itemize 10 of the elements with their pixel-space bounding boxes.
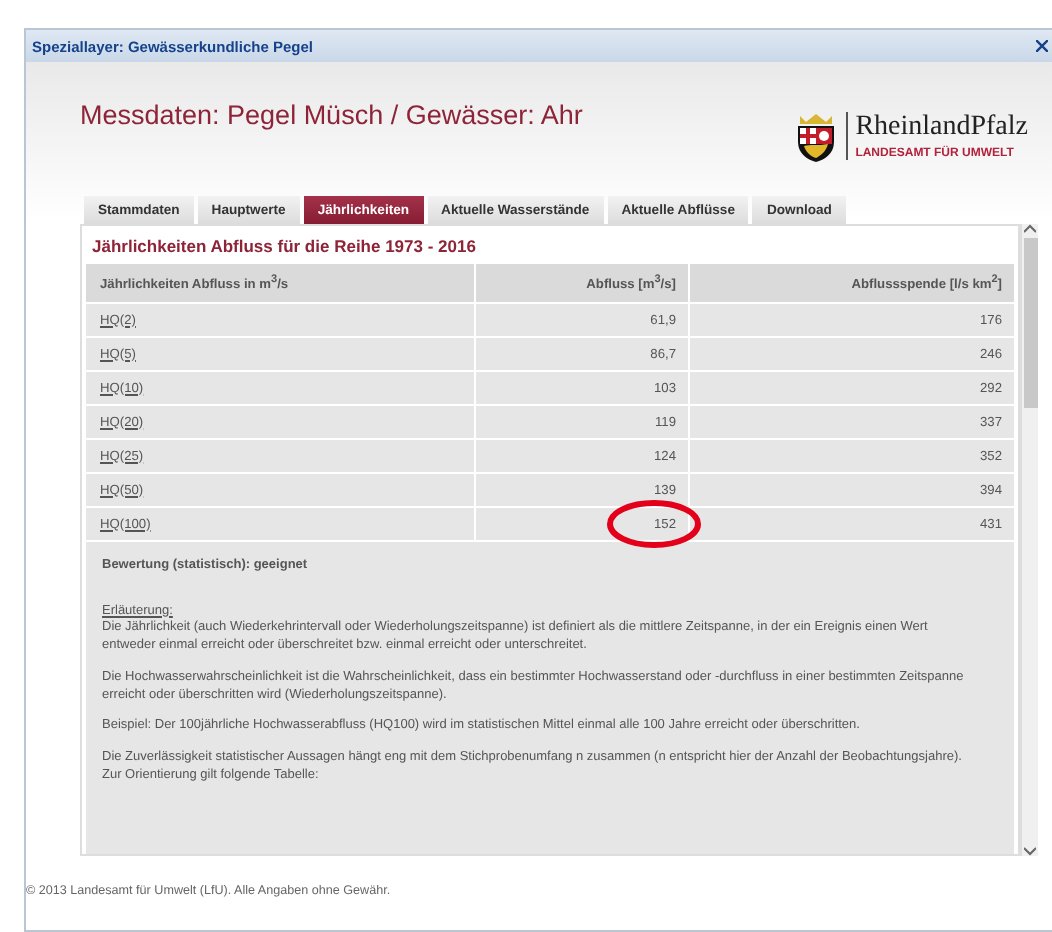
close-icon[interactable] — [1036, 40, 1048, 52]
circle-annotation — [604, 498, 704, 550]
logo-wordmark: RheinlandPfalz — [855, 112, 1028, 144]
scroll-down-icon[interactable] — [1024, 846, 1036, 856]
page-title: Messdaten: Pegel Müsch / Gewässer: Ahr — [80, 100, 583, 130]
coat-of-arms-icon — [795, 110, 836, 162]
scroll-up-icon[interactable] — [1024, 224, 1036, 234]
scroll-thumb[interactable] — [1023, 238, 1037, 408]
scrollbar[interactable] — [1020, 224, 1038, 856]
section-heading: Jährlichkeiten Abfluss für die Reihe 1973 - 2016 — [90, 234, 478, 260]
